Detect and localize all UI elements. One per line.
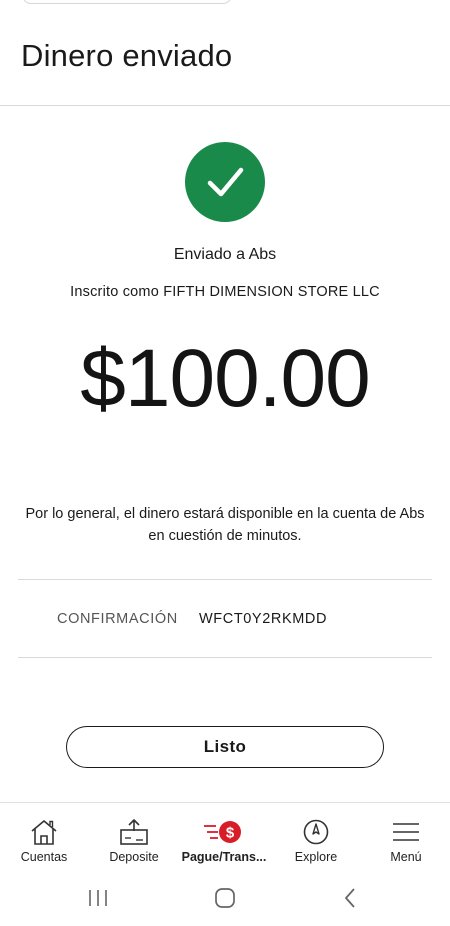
done-button[interactable]: Listo	[66, 726, 384, 768]
confirmation-label: CONFIRMACIÓN	[57, 611, 178, 627]
nav-item-explore[interactable]: Explore	[271, 803, 361, 871]
page-title: Dinero enviado	[21, 38, 233, 73]
home-icon	[27, 817, 61, 847]
nav-label-cuentas: Cuentas	[20, 850, 68, 864]
system-navigation-bar	[0, 870, 450, 926]
divider	[18, 657, 432, 658]
recent-apps-icon[interactable]	[78, 884, 118, 912]
nav-item-menu[interactable]: Menú	[361, 803, 450, 871]
svg-text:$: $	[226, 825, 235, 842]
nav-label-pague-trans: Pague/Trans...	[181, 850, 267, 864]
nav-label-deposite: Deposite	[109, 850, 159, 864]
confirmation-number: WFCT0Y2RKMDD	[199, 611, 328, 627]
nav-label-menu: Menú	[390, 850, 422, 864]
success-check-icon	[185, 142, 265, 222]
bottom-nav: Cuentas Deposite $ Pague/Trans... Explor…	[0, 802, 450, 870]
nav-item-deposite[interactable]: Deposite	[89, 803, 179, 871]
registered-name-text: Inscrito como FIFTH DIMENSION STORE LLC	[70, 284, 380, 300]
hamburger-menu-icon	[389, 817, 423, 847]
nav-item-cuentas[interactable]: Cuentas	[0, 803, 89, 871]
nav-item-pague-trans[interactable]: $ Pague/Trans...	[179, 803, 269, 871]
nav-label-explore: Explore	[294, 850, 338, 864]
pay-transfer-icon: $	[202, 817, 246, 847]
home-button-icon[interactable]	[205, 884, 245, 912]
deposit-icon	[117, 817, 151, 847]
compass-icon	[299, 817, 333, 847]
divider	[18, 579, 432, 580]
back-icon[interactable]	[330, 884, 370, 912]
availability-note: Por lo general, el dinero estará disponi…	[25, 506, 425, 544]
amount-value: $100.00	[80, 333, 370, 424]
recipient-text: Enviado a Abs	[173, 246, 277, 263]
header: Dinero enviado	[0, 0, 450, 106]
